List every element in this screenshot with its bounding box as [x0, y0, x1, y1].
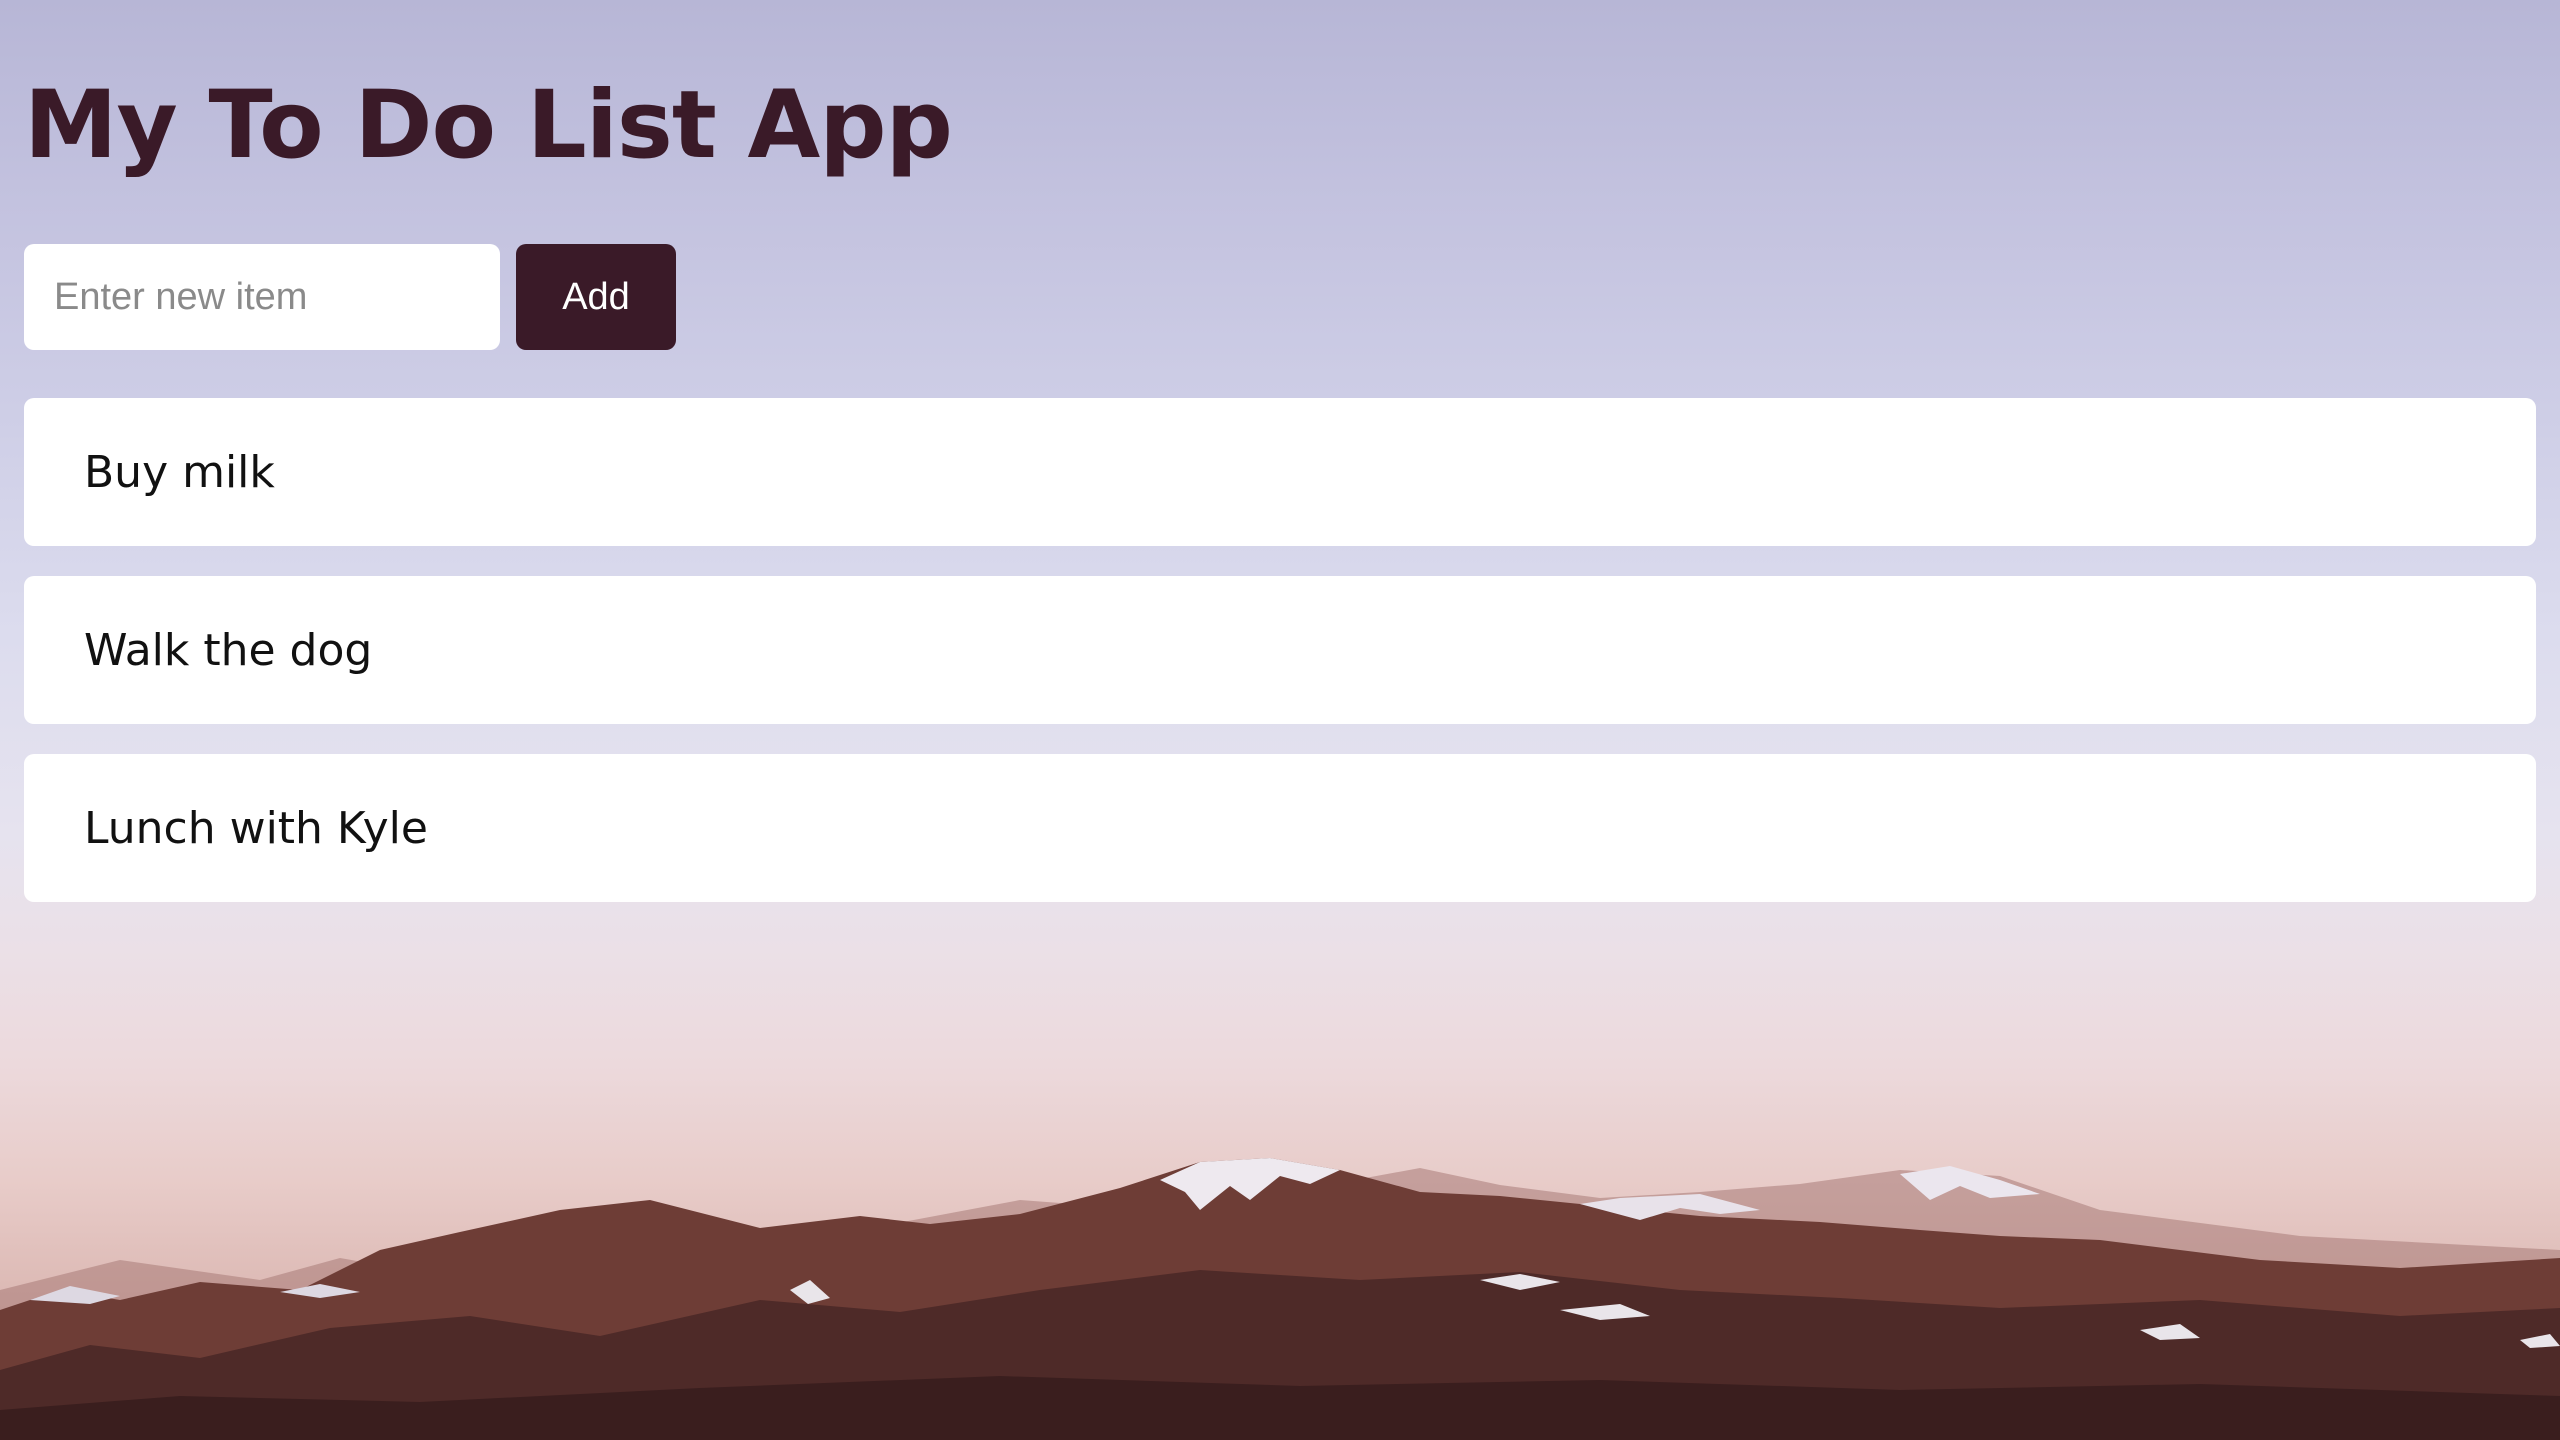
todo-item-text: Lunch with Kyle	[84, 802, 428, 854]
todo-list: Buy milk Walk the dog Lunch with Kyle	[24, 398, 2536, 932]
page-title: My To Do List App	[24, 71, 953, 180]
add-button[interactable]: Add	[516, 244, 676, 350]
todo-item-text: Buy milk	[84, 446, 275, 498]
new-item-input[interactable]	[24, 244, 500, 350]
todo-item[interactable]: Lunch with Kyle	[24, 754, 2536, 902]
todo-item[interactable]: Walk the dog	[24, 576, 2536, 724]
todo-item[interactable]: Buy milk	[24, 398, 2536, 546]
todo-item-text: Walk the dog	[84, 624, 373, 676]
mountain-background-image	[0, 1158, 2560, 1440]
